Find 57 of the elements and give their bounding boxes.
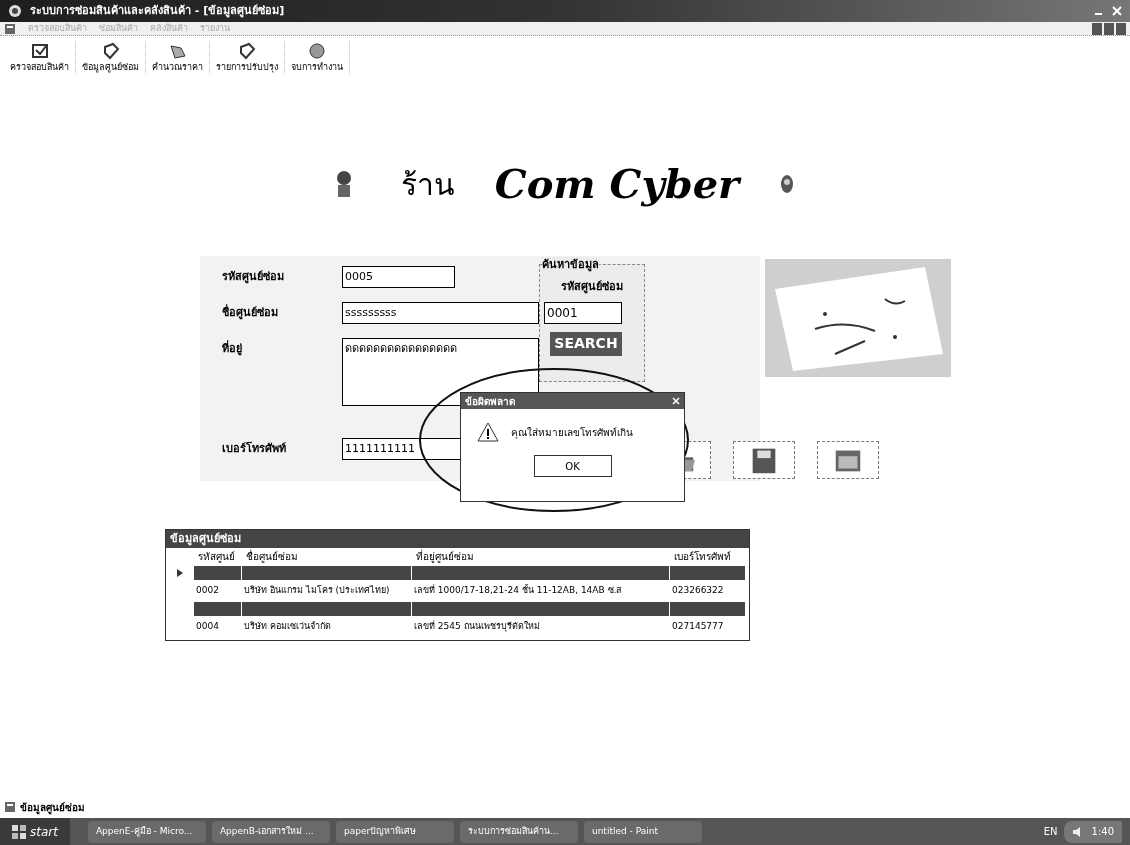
ok-button[interactable]: OK xyxy=(533,455,612,477)
grid-title: ข้อมูลศูนย์ซ่อม xyxy=(166,530,749,548)
app-icon xyxy=(8,4,22,18)
language-indicator[interactable]: EN xyxy=(1043,824,1058,839)
search-button[interactable]: SEARCH xyxy=(550,331,622,356)
input-field[interactable]: sssssssss xyxy=(342,302,539,324)
input-field[interactable]: 0005 xyxy=(342,266,455,288)
cartoon-figure-icon xyxy=(334,170,353,198)
window-title: ระบบการซ่อมสินค้าและคลังสินค้า - [ข้อมูลศูนย์ซ่อม] xyxy=(30,2,285,20)
mascot-icon xyxy=(779,173,796,195)
table-cell-text: เลขที่ 1000/17-18,21-24 ชั้น 11-12AB, 14AB ซ.ส xyxy=(413,584,623,598)
table-cell-text: 0002 xyxy=(195,584,220,598)
table-cell-text: 023266322 xyxy=(671,584,725,598)
windows-logo-icon xyxy=(12,824,26,839)
taskbar-button[interactable]: AppenE-คู่มือ - Micro... xyxy=(87,820,206,843)
table-cell-text: 027145777 xyxy=(671,620,725,634)
status-text: ข้อมูลศูนย์ซ่อม xyxy=(20,800,85,815)
dialog-title: ข้อผิดพลาด xyxy=(465,394,515,409)
field-label: เบอร์โทรศัพท์ xyxy=(222,440,287,457)
form-icon xyxy=(4,22,16,35)
column-header: รหัสศูนย์ xyxy=(197,549,236,564)
toolbar-button[interactable]: คำนวณราคา xyxy=(146,40,210,74)
icon-button[interactable] xyxy=(733,441,795,479)
table-cell-text: บริษัท คอมเซเว่นจำกัด xyxy=(243,620,332,634)
grid-cell xyxy=(194,566,242,580)
field-label: รหัสศูนย์ซ่อม xyxy=(222,269,285,286)
toolbar-button[interactable]: จบการทำงาน xyxy=(285,40,350,74)
start-button[interactable]: start xyxy=(0,818,70,845)
warning-icon xyxy=(477,421,499,443)
toolbar-button[interactable]: รายการปรับปรุง xyxy=(210,40,285,74)
grid-cell xyxy=(194,602,242,616)
form-icon xyxy=(4,801,16,813)
shop-name: Com Cyber xyxy=(494,159,740,209)
window-controls-icon[interactable] xyxy=(1092,22,1126,35)
taskbar-button[interactable]: untitled - Paint xyxy=(583,820,702,843)
group-title: ค้นหาข้อมูล xyxy=(542,257,599,274)
table-cell-text: บริษัท อินแกรม ไมโคร (ประเทศไทย) xyxy=(243,584,391,598)
close-icon[interactable] xyxy=(1112,6,1122,16)
dialog-message: คุณใส่หมายเลขโทรศัพท์เกิน xyxy=(511,425,633,440)
shop-label: ร้าน xyxy=(400,165,455,204)
search-field[interactable]: 0001 xyxy=(544,301,622,324)
column-header: เบอร์โทรศัพท์ xyxy=(673,549,732,564)
taskbar-button[interactable]: paperปัญหาพิเศษ xyxy=(335,820,454,843)
toolbar-button[interactable]: ข้อมูลศูนย์ซ่อม xyxy=(76,40,146,74)
search-label: รหัสศูนย์ซ่อม xyxy=(560,279,624,296)
taskbar-button[interactable]: ระบบการซ่อมสินค้าน... xyxy=(459,820,578,843)
column-header: ชื่อศูนย์ซ่อม xyxy=(245,548,299,564)
toolbar-button[interactable]: ครวจสอบสินค้า xyxy=(4,40,76,74)
column-header: ที่อยู่ศูนย์ซ่อม xyxy=(415,548,475,564)
taskbar-button[interactable]: AppenB-เอกสารใหม่ ... xyxy=(211,820,330,843)
close-icon[interactable] xyxy=(672,397,680,405)
table-cell-text: 0004 xyxy=(195,620,220,634)
clock: 1:40 xyxy=(1091,825,1114,839)
field-label: ที่อยู่ xyxy=(222,339,243,358)
table-cell-text: เลขที่ 2545 ถนนเพชรบุรีตัดใหม่ xyxy=(413,620,541,634)
field-label: ชื่อศูนย์ซ่อม xyxy=(222,303,279,322)
icon-button[interactable] xyxy=(817,441,879,479)
